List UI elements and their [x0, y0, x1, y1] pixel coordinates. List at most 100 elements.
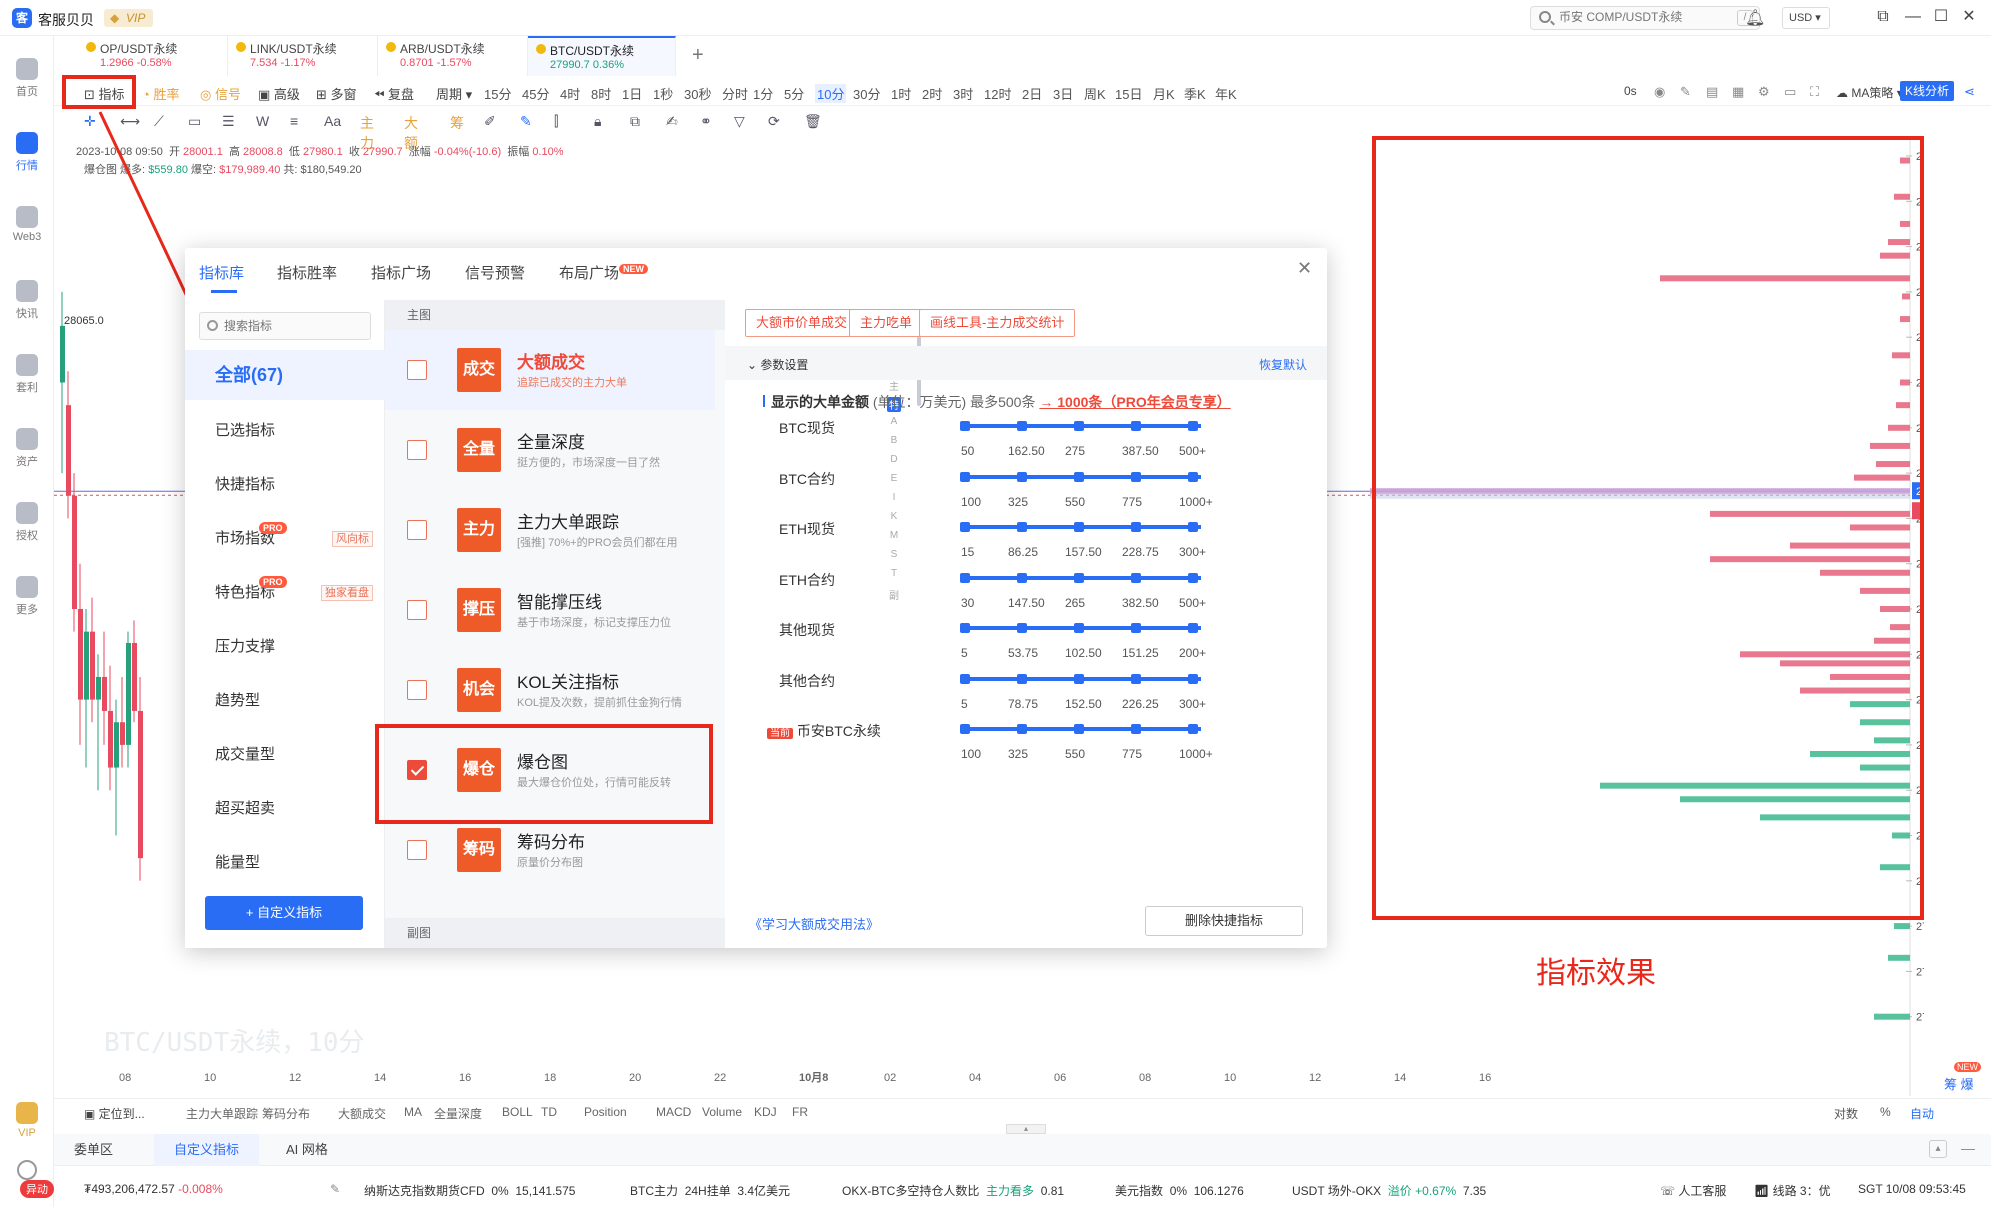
slider-stop[interactable]: [1074, 724, 1084, 734]
bars-icon[interactable]: ⫿: [554, 113, 558, 130]
indicator-checkbox[interactable]: [407, 840, 427, 860]
slider-stop[interactable]: [1188, 724, 1198, 734]
tab-indicator-winrate[interactable]: 指标胜率: [277, 262, 337, 283]
indicator-search-input[interactable]: [224, 319, 364, 333]
copy-icon[interactable]: ⧉: [630, 113, 640, 130]
category-support[interactable]: 压力支撑: [185, 622, 385, 672]
slider-stop[interactable]: [960, 724, 970, 734]
channel-icon[interactable]: ≡: [290, 113, 298, 129]
layout-icon[interactable]: ▤: [1706, 84, 1718, 100]
close-window-icon[interactable]: ✕: [1958, 6, 1980, 28]
ticker-usdt-otc[interactable]: USDT 场外-OKX 溢价 +0.67% 7.35: [1292, 1182, 1486, 1199]
signal-button[interactable]: ◎ 信号: [200, 84, 241, 103]
slider-stop[interactable]: [960, 572, 970, 583]
alert-badge[interactable]: 异动: [20, 1180, 54, 1198]
tab-indicator-library[interactable]: 指标库: [199, 262, 244, 283]
timeframe-option[interactable]: 1分: [753, 84, 773, 103]
global-search[interactable]: /: [1530, 6, 1760, 30]
filter-icon[interactable]: ▽: [734, 113, 745, 130]
panel-resize-handle[interactable]: ▴: [1006, 1124, 1046, 1134]
bottom-indicator-item[interactable]: MACD: [656, 1105, 691, 1119]
auto-toggle[interactable]: 自动: [1910, 1105, 1934, 1122]
slider-stop[interactable]: [1188, 572, 1198, 583]
share-icon[interactable]: ⋖: [1964, 84, 1975, 100]
timeframe-option[interactable]: 15分: [484, 84, 511, 103]
slider-stop[interactable]: [960, 673, 970, 684]
symbol-tab-btc[interactable]: BTC/USDT永续 27990.7 0.36%: [528, 36, 676, 76]
ruler-icon[interactable]: ✐: [484, 113, 496, 130]
minimize-icon[interactable]: —: [1902, 6, 1924, 28]
symbol-tab-link[interactable]: LINK/USDT永续 7.534 -1.17%: [228, 36, 378, 76]
tab-orders[interactable]: 委单区: [54, 1134, 133, 1166]
slider-stop[interactable]: [1188, 623, 1198, 633]
slider-stop[interactable]: [1131, 421, 1141, 431]
tab-custom-indicator[interactable]: 自定义指标: [154, 1134, 260, 1166]
customer-service[interactable]: ☏ 人工客服: [1660, 1182, 1726, 1199]
slider-stop[interactable]: [1188, 421, 1198, 431]
category-selected[interactable]: 已选指标: [185, 406, 385, 456]
timeframe-option[interactable]: 月K: [1153, 84, 1175, 103]
slider-stop[interactable]: [960, 471, 970, 482]
currency-select[interactable]: USD ▾: [1782, 7, 1830, 29]
timeframe-option[interactable]: 30秒: [684, 84, 711, 103]
timeframe-option[interactable]: 2日: [1022, 84, 1042, 103]
symbol-tab-op[interactable]: OP/USDT永续 1.2966 -0.58%: [78, 36, 228, 76]
chou-tool[interactable]: 筹: [450, 113, 464, 133]
tab-signal-alert[interactable]: 信号预警: [465, 262, 525, 283]
maximize-icon[interactable]: ☐: [1930, 6, 1952, 28]
slider-stop[interactable]: [960, 421, 970, 431]
bottom-indicator-item[interactable]: 筹码分布: [262, 1105, 310, 1122]
slider-stop[interactable]: [1017, 471, 1027, 482]
window-icon[interactable]: ▦: [1732, 84, 1744, 100]
symbol-tab-arb[interactable]: ARB/USDT永续 0.8701 -1.57%: [378, 36, 528, 76]
indicator-item[interactable]: 机会 KOL关注指标 KOL提及次数，提前抓住金狗行情: [385, 650, 715, 730]
category-quick[interactable]: 快捷指标: [185, 460, 385, 510]
indicator-checkbox[interactable]: [407, 680, 427, 700]
slider-stop[interactable]: [1074, 522, 1084, 532]
crosshair-icon[interactable]: ✛: [84, 113, 96, 130]
slider-stop[interactable]: [1017, 673, 1027, 684]
nav-assets[interactable]: 资产: [0, 422, 54, 480]
ticker-btc-main[interactable]: BTC主力 24H挂单 3.4亿美元: [630, 1182, 790, 1199]
timeframe-option[interactable]: 1日: [622, 84, 642, 103]
timeframe-option[interactable]: 周K: [1084, 84, 1106, 103]
brush-icon[interactable]: ✎: [520, 113, 532, 130]
winrate-button[interactable]: ◔ 胜率: [142, 84, 179, 103]
rectangle-icon[interactable]: ▭: [188, 113, 201, 130]
ticker-nasdaq[interactable]: 纳斯达克指数期货CFD 0% 15,141.575: [364, 1182, 575, 1199]
indicator-search[interactable]: [199, 312, 371, 340]
timeframe-option[interactable]: 3日: [1053, 84, 1073, 103]
slider-stop[interactable]: [1131, 522, 1141, 532]
amount-slider[interactable]: [960, 724, 1201, 734]
nav-more[interactable]: 更多: [0, 570, 54, 628]
ticker-okx[interactable]: OKX-BTC多空持仓人数比 主力看多 0.81: [842, 1182, 1064, 1199]
nav-auth[interactable]: 授权: [0, 496, 54, 554]
text-tool[interactable]: Aa: [324, 113, 341, 129]
related-tag-1[interactable]: 大额市价单成交: [745, 309, 859, 337]
lock-icon[interactable]: 🔒︎: [594, 113, 601, 130]
bottom-indicator-item[interactable]: Position: [584, 1105, 627, 1119]
indicator-checkbox[interactable]: [407, 440, 427, 460]
indicator-item[interactable]: 成交 大额成交 追踪已成交的主力大单: [385, 330, 715, 410]
related-tag-3[interactable]: 画线工具-主力成交统计: [919, 309, 1076, 337]
edit-icon[interactable]: ✍: [666, 113, 678, 130]
bottom-indicator-item[interactable]: 主力大单跟踪: [186, 1105, 258, 1122]
category-all[interactable]: 全部(67): [185, 350, 385, 400]
slider-stop[interactable]: [1131, 471, 1141, 482]
fib-icon[interactable]: ☰: [222, 113, 235, 130]
search-input[interactable]: [1559, 10, 1719, 24]
slider-stop[interactable]: [960, 522, 970, 532]
slider-stop[interactable]: [1188, 673, 1198, 684]
bottom-indicator-item[interactable]: Volume: [702, 1105, 742, 1119]
timeframe-option[interactable]: 年K: [1215, 84, 1237, 103]
vip-badge[interactable]: VIP: [104, 9, 154, 27]
nav-arbitrage[interactable]: 套利: [0, 348, 54, 406]
log-scale-toggle[interactable]: 对数: [1834, 1105, 1858, 1122]
timeframe-option[interactable]: 3时: [953, 84, 973, 103]
ray-icon[interactable]: ⟷: [120, 113, 140, 130]
percent-toggle[interactable]: %: [1880, 1105, 1891, 1119]
period-dropdown[interactable]: 周期 ▾: [436, 84, 472, 103]
nav-web3[interactable]: Web3: [0, 200, 54, 258]
refresh-icon[interactable]: ⟳: [768, 113, 780, 130]
multiwindow-button[interactable]: ⊞ 多窗: [316, 84, 357, 103]
